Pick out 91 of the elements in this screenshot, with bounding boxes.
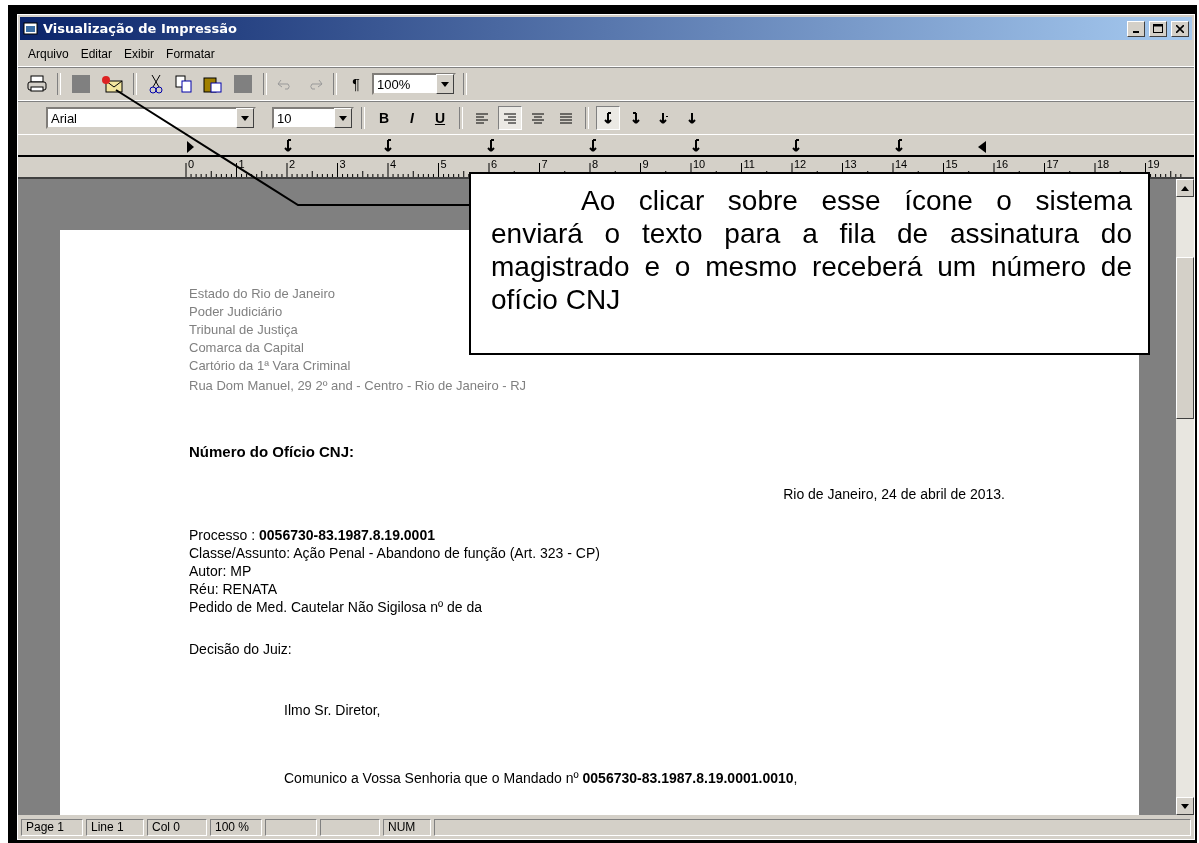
tab-stop-icon: [791, 139, 801, 153]
font-dropdown[interactable]: Arial: [46, 107, 256, 129]
detail-line: Classe/Assunto: Ação Penal - Abandono de função (Art. 323 - CP): [189, 544, 601, 562]
tab-stop-icon: [283, 139, 293, 153]
salutation: Ilmo Sr. Diretor,: [283, 702, 382, 718]
menu-item[interactable]: Formatar: [160, 47, 221, 61]
ruler-number: 2: [289, 158, 296, 170]
status-panel-empty: [265, 818, 317, 836]
ruler-number: 15: [945, 158, 958, 170]
scrollbar[interactable]: [1176, 179, 1194, 815]
decision-label: Decisão do Juiz:: [189, 640, 293, 658]
tab-stop-icon: [894, 139, 904, 153]
tab-stop-icon: [691, 139, 701, 153]
address-line: Rua Dom Manuel, 29 2º and - Centro - Rio de Janeiro - RJ: [189, 378, 527, 393]
detail-line: Processo : 0056730-83.1987.8.19.0001: [189, 526, 436, 544]
ruler-number: 1: [238, 158, 245, 170]
scroll-thumb[interactable]: [1176, 257, 1194, 419]
align-center-icon: [531, 111, 545, 125]
center-tab-icon: [686, 111, 698, 125]
menu-item[interactable]: Arquivo: [22, 47, 75, 61]
ruler-number: 4: [390, 158, 397, 170]
minimize-icon: [1133, 30, 1139, 33]
tab-stop-icon: [486, 139, 496, 153]
ruler-number: 8: [592, 158, 599, 170]
close-icon: [1176, 24, 1184, 33]
indent-marker-icon: [186, 141, 194, 153]
dropdown-arrow-icon: [441, 81, 449, 87]
status-panel-empty: [320, 818, 380, 836]
ruler-number: 17: [1046, 158, 1059, 170]
up-arrow-icon: [1181, 185, 1189, 191]
maximize-button[interactable]: [1149, 20, 1167, 37]
ruler-number: 16: [996, 158, 1009, 170]
ruler-number: 3: [339, 158, 346, 170]
bold-button[interactable]: B: [372, 106, 396, 130]
ruler-number: 19: [1147, 158, 1160, 170]
date-line: Rio de Janeiro, 24 de abril de 2013.: [782, 486, 1005, 502]
callout-box: Ao clicar sobre esse ícone o sistema enviará o texto para a fila de assinatura do magistrado e o mesmo receberá um número de ofício CNJ: [469, 172, 1150, 355]
scroll-up-button[interactable]: [1176, 179, 1194, 197]
document-heading: Número do Ofício CNJ:: [189, 443, 355, 460]
align-right-icon: [503, 111, 517, 125]
close-button[interactable]: [1171, 20, 1189, 37]
scroll-down-button[interactable]: [1176, 797, 1194, 815]
paragraph-button[interactable]: ¶: [344, 72, 368, 96]
right-tab-icon: [630, 111, 642, 125]
status-panel: Line 1: [86, 818, 144, 836]
body-text: Comunico a Vossa Senhoria que o Mandado nº 0056730-83.1987.8.19.0001.0010,: [283, 770, 799, 786]
window-title: Visualização de Impressão: [43, 21, 238, 36]
ruler-number: 12: [794, 158, 807, 170]
size-dropdown[interactable]: 10: [272, 107, 354, 129]
ruler-number: 6: [491, 158, 498, 170]
tab-stop-icon: [383, 139, 393, 153]
zoom-dropdown[interactable]: 100%: [372, 73, 456, 95]
justify-icon: [559, 111, 573, 125]
letterhead-line: Estado do Rio de Janeiro: [189, 285, 335, 303]
letterhead-line: Cartório da 1ª Vara Criminal: [189, 357, 351, 375]
ruler-number: 13: [844, 158, 857, 170]
ruler-number: 0: [188, 158, 195, 170]
dropdown-arrow-icon: [1181, 803, 1189, 809]
status-panel: NUM: [383, 818, 431, 836]
menu-item[interactable]: Exibir: [118, 47, 161, 61]
detail-line: Autor: MP: [189, 562, 253, 580]
detail-line: Réu: RENATA: [189, 580, 279, 598]
ruler-number: 5: [440, 158, 447, 170]
letterhead-line: Poder Judiciário: [189, 303, 283, 321]
left-tab-icon: [602, 111, 614, 125]
ruler-number: 11: [743, 158, 755, 170]
ruler-number: 14: [895, 158, 908, 170]
tab-type-button[interactable]: [596, 106, 620, 130]
status-panel: 100 %: [210, 818, 262, 836]
align-button[interactable]: [498, 106, 522, 130]
dropdown-arrow-icon: [339, 115, 347, 121]
right-margin-marker-icon: [978, 141, 986, 153]
letterhead-line: Tribunal de Justiça: [189, 321, 298, 339]
ruler-number: 7: [541, 158, 548, 170]
status-panel: Page 1: [21, 818, 83, 836]
detail-line: Pedido de Med. Cautelar Não Sigilosa nº de da: [189, 598, 484, 616]
align-left-icon: [475, 111, 489, 125]
italic-button[interactable]: I: [400, 106, 424, 130]
tab-stop-icon: [588, 139, 598, 153]
ruler-number: 9: [642, 158, 649, 170]
underline-button[interactable]: U: [428, 106, 452, 130]
status-panel: Col 0: [147, 818, 207, 836]
ruler-number: 10: [693, 158, 706, 170]
decimal-tab-icon: [658, 111, 670, 125]
ruler-number: 18: [1097, 158, 1110, 170]
app-icon: [23, 21, 39, 36]
letterhead-line: Comarca da Capital: [189, 339, 304, 357]
dropdown-arrow-icon: [241, 115, 249, 121]
maximize-icon: [1153, 24, 1163, 33]
menu-item[interactable]: Editar: [74, 47, 119, 61]
minimize-button[interactable]: [1127, 20, 1145, 37]
